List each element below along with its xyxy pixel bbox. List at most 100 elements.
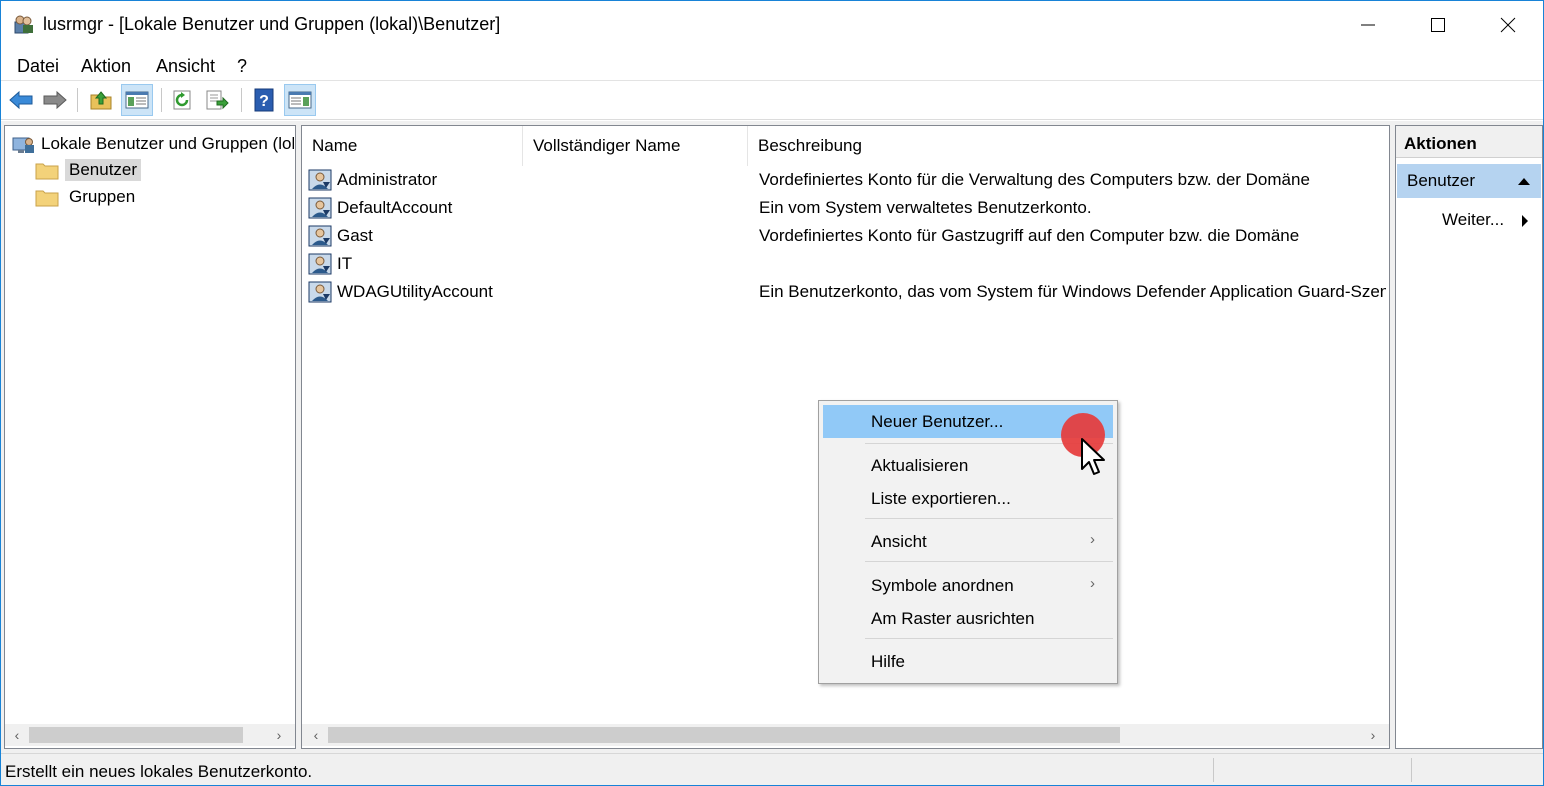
users-app-icon: [14, 15, 33, 34]
mouse-pointer-icon: [1081, 438, 1105, 475]
menu-separator: [865, 561, 1113, 562]
menu-item-label: Hilfe: [871, 651, 906, 671]
chevron-right-icon: ›: [1090, 531, 1095, 548]
window-title: lusrmgr - [Lokale Benutzer und Gruppen (…: [43, 14, 501, 34]
show-hide-action-pane-button[interactable]: [284, 84, 316, 116]
scroll-thumb[interactable]: [29, 727, 243, 743]
user-name: IT: [337, 254, 353, 273]
menu-item-arrange-icons[interactable]: Symbole anordnen ›: [823, 569, 1113, 602]
user-description: Vordefiniertes Konto für Gastzugriff auf…: [759, 226, 1300, 245]
actions-pane: Aktionen Benutzer Weiter...: [1395, 125, 1543, 749]
folder-up-icon: [90, 91, 112, 110]
status-text: Erstellt ein neues lokales Benutzerkonto…: [5, 762, 313, 781]
forward-button[interactable]: [39, 84, 71, 116]
close-icon: [1500, 17, 1516, 32]
menu-item-view[interactable]: Ansicht ›: [823, 525, 1113, 558]
help-button[interactable]: ?: [248, 84, 280, 116]
user-icon: [308, 281, 332, 303]
up-level-button[interactable]: [85, 84, 117, 116]
tree-item-label: Gruppen: [69, 187, 136, 206]
export-list-button[interactable]: [201, 84, 233, 116]
column-header-fullname[interactable]: Vollständiger Name: [523, 126, 748, 166]
user-description: Ein Benutzerkonto, das vom System für Wi…: [759, 282, 1386, 301]
menu-item-export-list[interactable]: Liste exportieren...: [823, 482, 1113, 515]
user-icon: [308, 225, 332, 247]
toolbar-separator: [161, 88, 162, 112]
menu-help[interactable]: ?: [237, 56, 247, 77]
back-button[interactable]: [5, 84, 37, 116]
maximize-icon: [1431, 17, 1445, 32]
back-arrow-icon: [9, 90, 33, 110]
folder-icon: [35, 163, 59, 180]
scroll-left-icon[interactable]: ‹: [306, 724, 326, 746]
action-pane-icon: [288, 91, 312, 109]
actions-more-label: Weiter...: [1442, 210, 1505, 229]
local-users-groups-icon: [12, 137, 34, 153]
chevron-right-icon: ›: [1090, 575, 1095, 592]
user-name: Gast: [337, 226, 373, 245]
scroll-thumb[interactable]: [328, 727, 1120, 743]
collapse-up-icon: [1518, 178, 1530, 185]
table-row[interactable]: Administrator Vordefiniertes Konto für d…: [308, 166, 1386, 194]
toolbar: ?: [1, 82, 1543, 120]
scroll-right-icon[interactable]: ›: [1363, 724, 1383, 746]
actions-header: Aktionen: [1396, 126, 1542, 158]
menu-item-label: Neuer Benutzer...: [871, 411, 1004, 431]
user-icon: [308, 197, 332, 219]
submenu-arrow-icon: [1522, 215, 1528, 227]
tree-horizontal-scrollbar[interactable]: ‹ ›: [5, 724, 295, 746]
scroll-left-icon[interactable]: ‹: [7, 724, 27, 746]
minimize-icon: [1361, 24, 1375, 25]
export-icon: [206, 90, 229, 110]
status-bar: Erstellt ein neues lokales Benutzerkonto…: [1, 753, 1543, 785]
minimize-button[interactable]: [1333, 1, 1403, 48]
table-row[interactable]: DefaultAccount Ein vom System verwaltete…: [308, 194, 1386, 222]
scroll-right-icon[interactable]: ›: [269, 724, 289, 746]
menu-item-refresh[interactable]: Aktualisieren: [823, 449, 1113, 482]
status-separator: [1411, 758, 1412, 782]
title-bar[interactable]: lusrmgr - [Lokale Benutzer und Gruppen (…: [1, 1, 1543, 48]
table-row[interactable]: IT: [308, 250, 1386, 278]
status-separator: [1213, 758, 1214, 782]
menu-item-help[interactable]: Hilfe: [823, 645, 1113, 678]
app-window: lusrmgr - [Lokale Benutzer und Gruppen (…: [0, 0, 1544, 786]
menu-datei[interactable]: Datei: [17, 56, 59, 77]
console-tree[interactable]: Lokale Benutzer und Gruppen (lokal) Benu…: [4, 125, 296, 749]
table-row[interactable]: WDAGUtilityAccount Ein Benutzerkonto, da…: [308, 278, 1386, 306]
user-name: DefaultAccount: [337, 198, 453, 217]
menu-bar: Datei Aktion Ansicht ?: [1, 49, 1543, 81]
menu-item-label: Aktualisieren: [871, 455, 969, 475]
tree-root[interactable]: Lokale Benutzer und Gruppen (lokal): [11, 132, 294, 158]
show-hide-tree-button[interactable]: [121, 84, 153, 116]
refresh-button[interactable]: [167, 84, 199, 116]
list-horizontal-scrollbar[interactable]: ‹ ›: [302, 724, 1389, 746]
menu-item-label: Symbole anordnen: [871, 575, 1014, 595]
user-description: Ein vom System verwaltetes Benutzerkonto…: [759, 198, 1092, 217]
actions-section-benutzer[interactable]: Benutzer: [1397, 164, 1541, 198]
actions-more[interactable]: Weiter...: [1442, 210, 1528, 230]
tree-item-label: Benutzer: [65, 159, 142, 181]
console-tree-icon: [125, 91, 149, 109]
menu-item-label: Liste exportieren...: [871, 488, 1011, 508]
table-row[interactable]: Gast Vordefiniertes Konto für Gastzugrif…: [308, 222, 1386, 250]
maximize-button[interactable]: [1403, 1, 1473, 48]
menu-ansicht[interactable]: Ansicht: [156, 56, 215, 77]
menu-item-label: Ansicht: [871, 531, 927, 551]
column-header-name[interactable]: Name: [302, 126, 523, 166]
menu-separator: [865, 638, 1113, 639]
forward-arrow-icon: [43, 90, 67, 110]
close-button[interactable]: [1473, 1, 1543, 48]
menu-aktion[interactable]: Aktion: [81, 56, 131, 77]
toolbar-separator: [241, 88, 242, 112]
column-header-description[interactable]: Beschreibung: [748, 126, 1389, 166]
help-icon: ?: [254, 88, 274, 112]
tree-root-label: Lokale Benutzer und Gruppen (lokal): [41, 134, 294, 153]
folder-icon: [35, 190, 59, 207]
user-name: WDAGUtilityAccount: [337, 282, 493, 301]
tree-item-benutzer[interactable]: Benutzer: [35, 157, 142, 183]
menu-item-align-to-grid[interactable]: Am Raster ausrichten: [823, 602, 1113, 635]
user-name: Administrator: [337, 170, 438, 189]
toolbar-separator: [77, 88, 78, 112]
tree-item-gruppen[interactable]: Gruppen: [35, 184, 139, 210]
menu-item-label: Am Raster ausrichten: [871, 608, 1035, 628]
